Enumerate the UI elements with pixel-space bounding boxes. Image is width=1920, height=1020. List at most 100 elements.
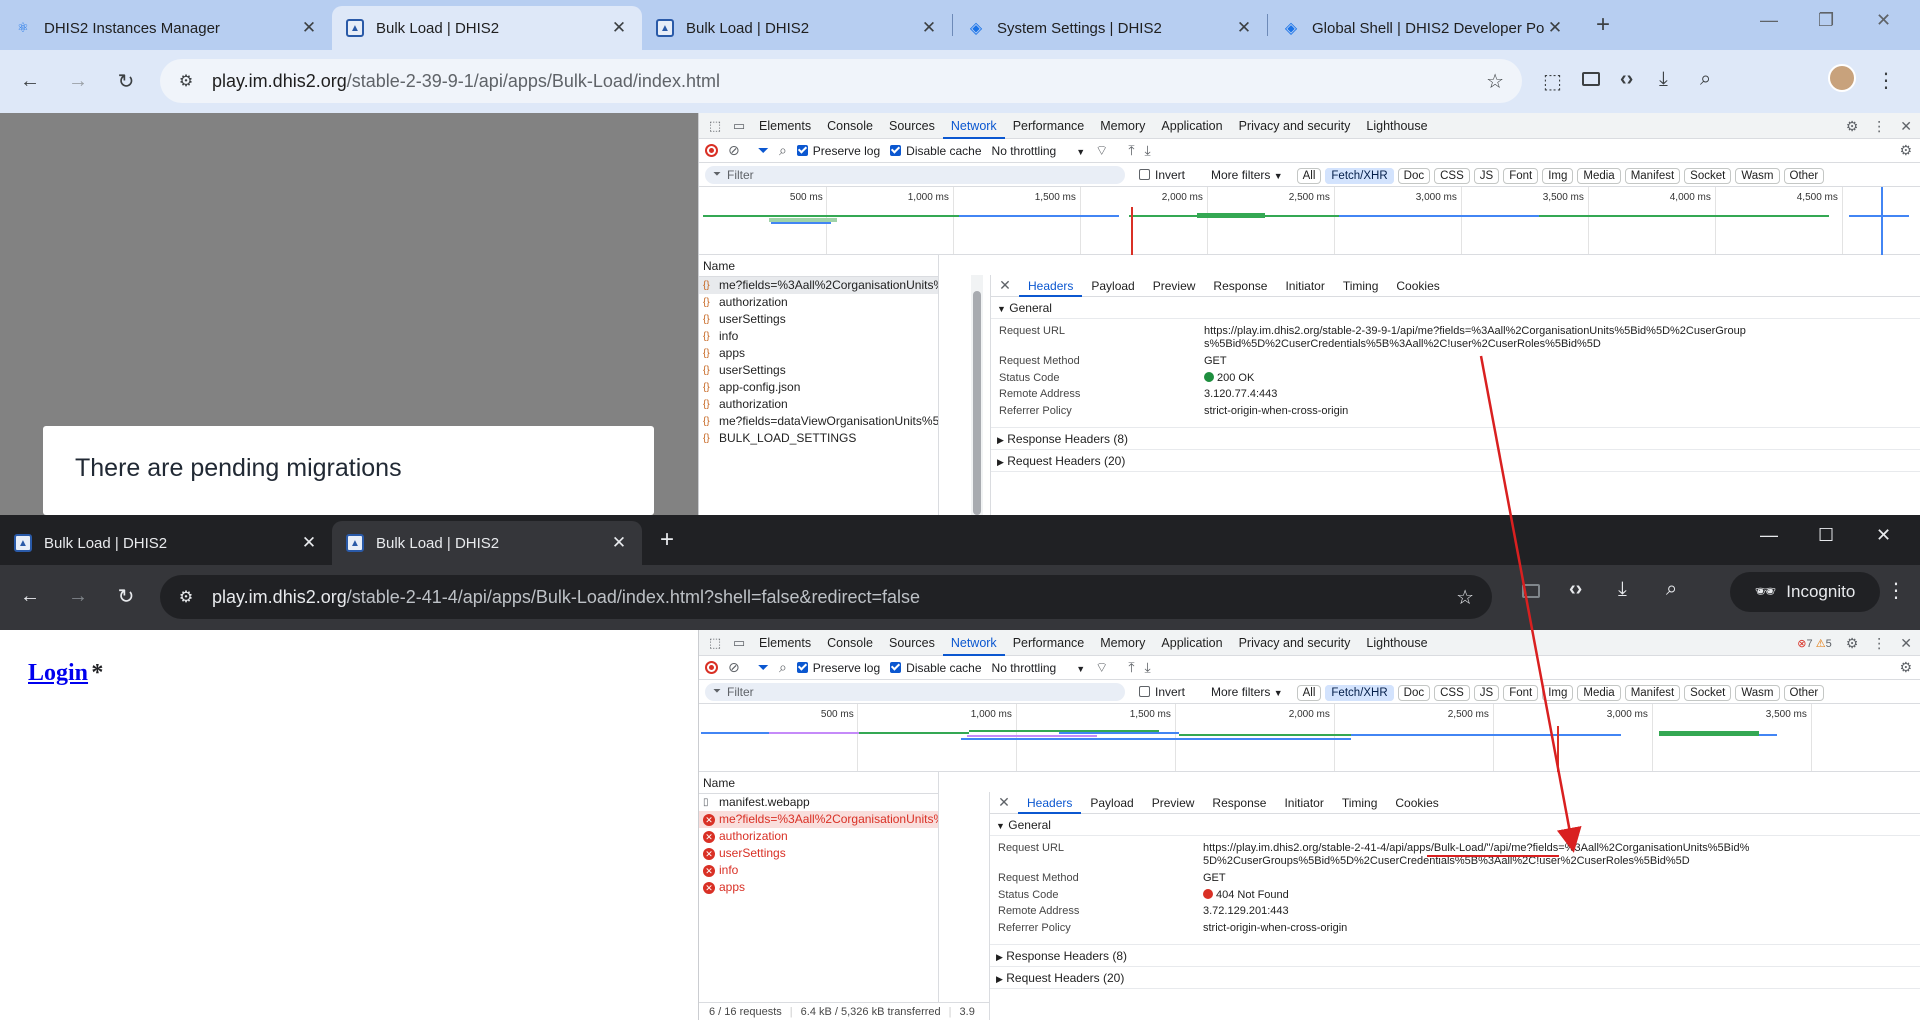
name-column-header[interactable]: Name (699, 772, 938, 794)
filter-wasm[interactable]: Wasm (1735, 167, 1780, 184)
detail-tab-timing[interactable]: Timing (1334, 275, 1388, 297)
invert-checkbox[interactable]: Invert (1139, 685, 1185, 699)
more-filters-dropdown[interactable]: More filters ▼ (1211, 685, 1283, 699)
filter-input[interactable]: ⏷ Filter (705, 682, 1125, 701)
preserve-log-checkbox[interactable]: Preserve log (796, 144, 880, 158)
filter-all[interactable]: All (1296, 684, 1322, 701)
close-icon[interactable]: ✕ (1900, 118, 1912, 135)
devtools-tab-privacy[interactable]: Privacy and security (1231, 630, 1359, 656)
detail-tab-payload[interactable]: Payload (1081, 792, 1142, 814)
maximize-icon[interactable]: ☐ (1818, 525, 1834, 546)
detail-tab-timing[interactable]: Timing (1333, 792, 1387, 814)
request-row[interactable]: {} authorization (699, 396, 938, 413)
filter-funnel-icon[interactable]: ⏷ (758, 659, 769, 676)
tab-search-icon[interactable]: ⌕ (1666, 578, 1677, 601)
network-settings-gear-icon[interactable]: ⚙ (1899, 659, 1912, 676)
tab-global-shell[interactable]: ◈ Global Shell | DHIS2 Developer Po ✕ (1268, 6, 1578, 50)
address-bar[interactable]: ⚙ play.im.dhis2.org/stable-2-39-9-1/api/… (160, 59, 1522, 103)
tab-bulk-load-active[interactable]: ▲ Bulk Load | DHIS2 ✕ (332, 521, 642, 565)
forward-arrow-icon[interactable]: → (54, 70, 102, 93)
detail-tab-cookies[interactable]: Cookies (1387, 275, 1448, 297)
filter-css[interactable]: CSS (1434, 684, 1470, 701)
window-close-icon[interactable]: ✕ (1876, 10, 1891, 31)
filter-media[interactable]: Media (1577, 167, 1621, 184)
network-settings-gear-icon[interactable]: ⚙ (1899, 142, 1912, 159)
request-row[interactable]: {}me?fields=dataViewOrganisationUnits%5B… (699, 413, 938, 430)
close-icon[interactable]: ✕ (300, 533, 318, 553)
filter-js[interactable]: JS (1473, 167, 1500, 184)
throttling-select[interactable]: No throttling ▼ (992, 661, 1086, 675)
issues-counter[interactable]: ⊗7 ⚠5 (1797, 637, 1831, 650)
back-arrow-icon[interactable]: ← (6, 70, 54, 93)
filter-other[interactable]: Other (1783, 167, 1825, 184)
code-icon[interactable]: ‹› (1569, 578, 1582, 601)
new-tab-plus-icon[interactable]: + (1596, 11, 1610, 39)
minimize-icon[interactable]: — (1760, 525, 1778, 546)
request-row[interactable]: {} apps (699, 345, 938, 362)
devtools-tab-lighthouse[interactable]: Lighthouse (1358, 630, 1435, 656)
record-icon[interactable] (705, 661, 718, 674)
request-row[interactable]: {} authorization (699, 294, 938, 311)
devtools-tab-elements[interactable]: Elements (751, 113, 819, 139)
cast-icon[interactable] (1522, 584, 1540, 598)
menu-kebab-icon[interactable]: ⋮ (1886, 578, 1906, 603)
filter-fetch-xhr[interactable]: Fetch/XHR (1325, 684, 1394, 701)
detail-tab-preview[interactable]: Preview (1143, 792, 1204, 814)
devtools-tab-application[interactable]: Application (1153, 113, 1230, 139)
export-har-icon[interactable]: ⤓ (1145, 142, 1151, 159)
request-row[interactable]: ▯ manifest.webapp (699, 794, 938, 811)
download-icon[interactable]: ⤓ (1618, 578, 1627, 601)
filter-font[interactable]: Font (1503, 167, 1539, 184)
request-headers-toggle[interactable]: ▶ Request Headers (20) (990, 967, 1920, 989)
inspect-icon[interactable]: ⬚ (703, 118, 727, 134)
filter-wasm[interactable]: Wasm (1735, 684, 1780, 701)
cast-icon[interactable] (1582, 72, 1600, 86)
detail-tab-cookies[interactable]: Cookies (1386, 792, 1447, 814)
tab-instances-manager[interactable]: ⚛ DHIS2 Instances Manager ✕ (0, 6, 332, 50)
close-icon[interactable]: ✕ (1235, 18, 1253, 38)
menu-kebab-icon[interactable]: ⋮ (1876, 68, 1896, 93)
request-row[interactable]: ✕ authorization (699, 828, 938, 845)
filter-img[interactable]: Img (1542, 167, 1574, 184)
filter-all[interactable]: All (1296, 167, 1322, 184)
request-row[interactable]: {}me?fields=%3Aall%2CorganisationUnits%5… (699, 277, 938, 294)
close-detail-icon[interactable]: ✕ (991, 277, 1019, 294)
request-row[interactable]: {} app-config.json (699, 379, 938, 396)
devtools-tab-sources[interactable]: Sources (881, 113, 943, 139)
address-bar[interactable]: ⚙ play.im.dhis2.org/stable-2-41-4/api/ap… (160, 575, 1492, 619)
devtools-tab-sources[interactable]: Sources (881, 630, 943, 656)
preserve-log-checkbox[interactable]: Preserve log (796, 661, 880, 675)
close-icon[interactable]: ✕ (1546, 18, 1564, 38)
kebab-icon[interactable]: ⋮ (1872, 118, 1886, 135)
download-icon[interactable]: ⤓ (1659, 68, 1668, 91)
device-toolbar-icon[interactable]: ▭ (727, 118, 751, 134)
filter-manifest[interactable]: Manifest (1624, 167, 1681, 184)
request-headers-toggle[interactable]: ▶ Request Headers (20) (991, 450, 1920, 472)
tab-system-settings[interactable]: ◈ System Settings | DHIS2 ✕ (953, 6, 1267, 50)
request-row[interactable]: ✕me?fields=%3Aall%2CorganisationUnits%5B… (699, 811, 938, 828)
tab-bulk-load-active[interactable]: ▲ Bulk Load | DHIS2 ✕ (332, 6, 642, 50)
devtools-tab-network[interactable]: Network (942, 630, 1005, 656)
extensions-icon[interactable]: ⬚ (1543, 69, 1562, 94)
export-har-icon[interactable]: ⤓ (1145, 659, 1151, 676)
devtools-tab-elements[interactable]: Elements (751, 630, 819, 656)
request-row[interactable]: {} userSettings (699, 362, 938, 379)
filter-other[interactable]: Other (1783, 684, 1825, 701)
devtools-tab-performance[interactable]: Performance (1005, 630, 1093, 656)
tab-bulk-load[interactable]: ▲ Bulk Load | DHIS2 ✕ (0, 521, 332, 565)
site-info-icon[interactable]: ⚙ (172, 71, 200, 91)
request-row[interactable]: ✕ info (699, 862, 938, 879)
gear-icon[interactable]: ⚙ (1846, 118, 1859, 135)
filter-img[interactable]: Img (1542, 684, 1574, 701)
filter-funnel-icon[interactable]: ⏷ (758, 142, 769, 159)
devtools-tab-network[interactable]: Network (942, 113, 1005, 139)
devtools-tab-console[interactable]: Console (819, 630, 881, 656)
bookmark-star-icon[interactable]: ☆ (1486, 69, 1504, 94)
forward-arrow-icon[interactable]: → (54, 585, 102, 608)
back-arrow-icon[interactable]: ← (6, 585, 54, 608)
record-icon[interactable] (705, 144, 718, 157)
devtools-tab-memory[interactable]: Memory (1092, 113, 1153, 139)
search-icon[interactable]: ⌕ (779, 659, 787, 676)
filter-input[interactable]: ⏷ Filter (705, 165, 1125, 184)
request-row[interactable]: {} BULK_LOAD_SETTINGS (699, 430, 938, 447)
